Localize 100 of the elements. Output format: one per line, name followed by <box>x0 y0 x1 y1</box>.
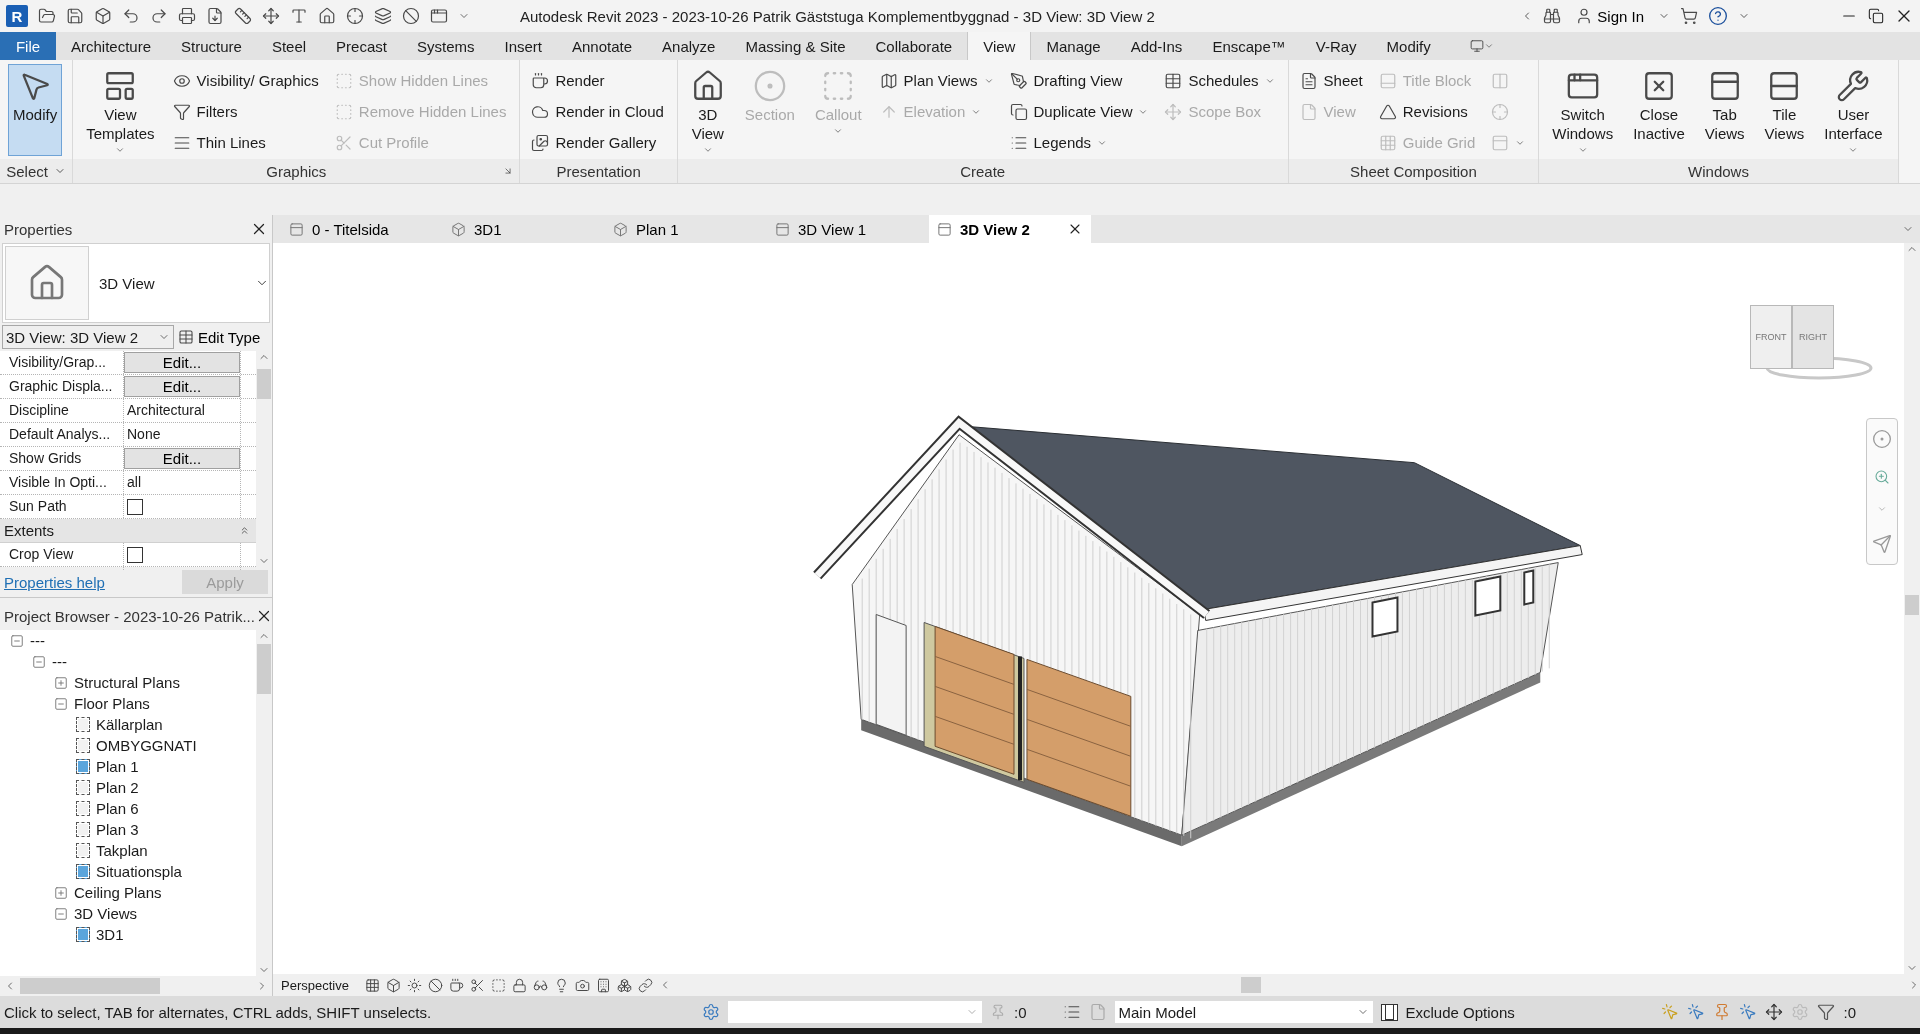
ribbon-tool[interactable]: Close Inactive <box>1628 64 1690 156</box>
tree-item[interactable]: Ceiling Plans <box>74 884 162 901</box>
tree-item[interactable]: Plan 1 <box>96 758 139 775</box>
sun-button[interactable] <box>406 977 422 993</box>
selection-field[interactable] <box>728 1001 982 1023</box>
restore-icon[interactable] <box>1868 8 1884 24</box>
ribbon-tab[interactable]: Enscape™ <box>1197 32 1301 60</box>
ribbon-tool[interactable]: Tile Views <box>1759 64 1810 156</box>
scroll-thumb[interactable] <box>257 644 271 694</box>
ribbon-tool[interactable]: Revisions <box>1375 97 1479 126</box>
view-tab[interactable]: 3D View 1 <box>767 215 929 243</box>
workset-dropdown[interactable]: Main Model <box>1114 1001 1373 1023</box>
folder-button[interactable] <box>38 7 56 25</box>
ribbon-tool[interactable]: 3D View <box>685 64 730 156</box>
ribbon-tab[interactable]: V-Ray <box>1300 32 1372 60</box>
edit-button[interactable]: Edit... <box>124 448 240 469</box>
tree-item[interactable]: Plan 6 <box>96 800 139 817</box>
house-button[interactable] <box>318 7 336 25</box>
tree-item[interactable]: 3D Views <box>74 905 138 922</box>
tree-item[interactable]: Situationspla <box>96 863 182 880</box>
camera-button[interactable] <box>574 977 590 993</box>
boxes-button[interactable] <box>616 977 632 993</box>
view-tab[interactable]: 3D1 <box>443 215 605 243</box>
ribbon-tab[interactable]: Massing & Site <box>730 32 861 60</box>
app-logo[interactable]: R <box>6 5 28 27</box>
tree-item[interactable]: --- <box>30 632 45 649</box>
ribbon-tool[interactable]: Plan Views <box>876 66 997 95</box>
ribbon-tool[interactable]: Tab Views <box>1699 64 1750 156</box>
scroll-thumb[interactable] <box>1905 595 1919 615</box>
cube-button[interactable] <box>94 7 112 25</box>
ribbon-tab[interactable]: Precast <box>321 32 402 60</box>
ribbon-tab[interactable]: Modify <box>1371 32 1446 60</box>
undo-button[interactable] <box>122 7 140 25</box>
ribbon-tool[interactable]: Modify <box>8 64 63 156</box>
cart-icon[interactable] <box>1680 7 1698 25</box>
ribbon-tab[interactable]: Architecture <box>56 32 167 60</box>
tree-item[interactable]: Plan 2 <box>96 779 139 796</box>
ruler-button[interactable] <box>234 7 252 25</box>
tree-item[interactable]: Plan 3 <box>96 821 139 838</box>
ribbon-tool[interactable]: View Templates <box>81 64 160 156</box>
collapse-icon[interactable] <box>32 654 46 669</box>
help-link[interactable]: Properties help <box>4 573 105 591</box>
ribbon-tool[interactable]: Filters <box>169 97 322 126</box>
ribbon-tool[interactable]: Drafting View <box>1006 66 1152 95</box>
collapse-icon[interactable] <box>10 633 24 648</box>
drag-icon[interactable] <box>1765 1003 1784 1021</box>
tree-item[interactable]: Källarplan <box>96 716 163 733</box>
link-button[interactable] <box>637 977 653 993</box>
view-tab[interactable]: Plan 1 <box>605 215 767 243</box>
ribbon-tab[interactable]: View <box>967 32 1032 60</box>
ribbon-tab[interactable]: Add-Ins <box>1115 32 1198 60</box>
checkbox[interactable] <box>127 547 143 563</box>
ribbon-tool[interactable]: User Interface <box>1819 64 1888 156</box>
lock-button[interactable] <box>511 977 527 993</box>
type-selector[interactable]: 3D View <box>2 243 270 323</box>
tree-item[interactable]: --- <box>52 653 67 670</box>
filter-icon[interactable] <box>1817 1003 1836 1021</box>
scroll-thumb[interactable] <box>20 978 160 994</box>
edit-button[interactable]: Edit... <box>124 376 240 397</box>
property-value[interactable]: None <box>124 423 240 446</box>
redo-button[interactable] <box>150 7 168 25</box>
ribbon-tool[interactable]: Thin Lines <box>169 128 322 157</box>
scroll-thumb[interactable] <box>257 369 271 399</box>
checkbox[interactable] <box>127 499 143 515</box>
collapse-icon[interactable] <box>54 906 68 921</box>
scroll-thumb[interactable] <box>1240 977 1261 993</box>
window-button[interactable] <box>430 7 448 25</box>
ribbon-tab[interactable]: Manage <box>1031 32 1116 60</box>
ribbon-tab[interactable]: Systems <box>401 32 490 60</box>
collapse-icon[interactable] <box>54 696 68 711</box>
ribbon-tool[interactable]: Sheet <box>1296 66 1366 95</box>
sign-in-button[interactable]: Sign In <box>1571 7 1648 25</box>
tree-item[interactable]: Structural Plans <box>74 674 180 691</box>
cup-button[interactable] <box>448 977 464 993</box>
view-tab[interactable]: 3D View 2 <box>929 215 1091 243</box>
ribbon-tool[interactable]: Visibility/ Graphics <box>169 66 322 95</box>
instance-dropdown[interactable]: 3D View: 3D View 2 <box>2 325 174 349</box>
expand-icon[interactable] <box>54 885 68 900</box>
save-button[interactable] <box>66 7 84 25</box>
tree-item[interactable]: Floor Plans <box>74 695 150 712</box>
edit-type-button[interactable]: Edit Type <box>178 328 261 346</box>
checkbox[interactable] <box>1380 1003 1398 1021</box>
edit-button[interactable]: Edit... <box>124 352 240 373</box>
building-button[interactable] <box>595 977 611 993</box>
ribbon-tool[interactable]: Schedules <box>1161 66 1278 95</box>
ribbon-tool[interactable]: Render Gallery <box>528 128 667 157</box>
ribbon-tab[interactable]: Analyze <box>647 32 731 60</box>
expand-icon[interactable] <box>54 675 68 690</box>
printer-button[interactable] <box>178 7 196 25</box>
binoculars-icon[interactable] <box>1543 7 1562 25</box>
ribbon-tab[interactable]: Insert <box>489 32 557 60</box>
cube-button[interactable] <box>385 977 401 993</box>
help-icon[interactable] <box>1708 6 1728 26</box>
move-button[interactable] <box>262 7 280 25</box>
ribbon-tab[interactable]: Steel <box>256 32 322 60</box>
property-value[interactable]: Architectural <box>124 399 240 422</box>
tree-item[interactable]: Takplan <box>96 842 148 859</box>
ribbon-tool[interactable]: Legends <box>1006 128 1152 157</box>
zoom-button[interactable] <box>1874 468 1890 485</box>
ribbon-tool[interactable]: Render <box>528 66 667 95</box>
